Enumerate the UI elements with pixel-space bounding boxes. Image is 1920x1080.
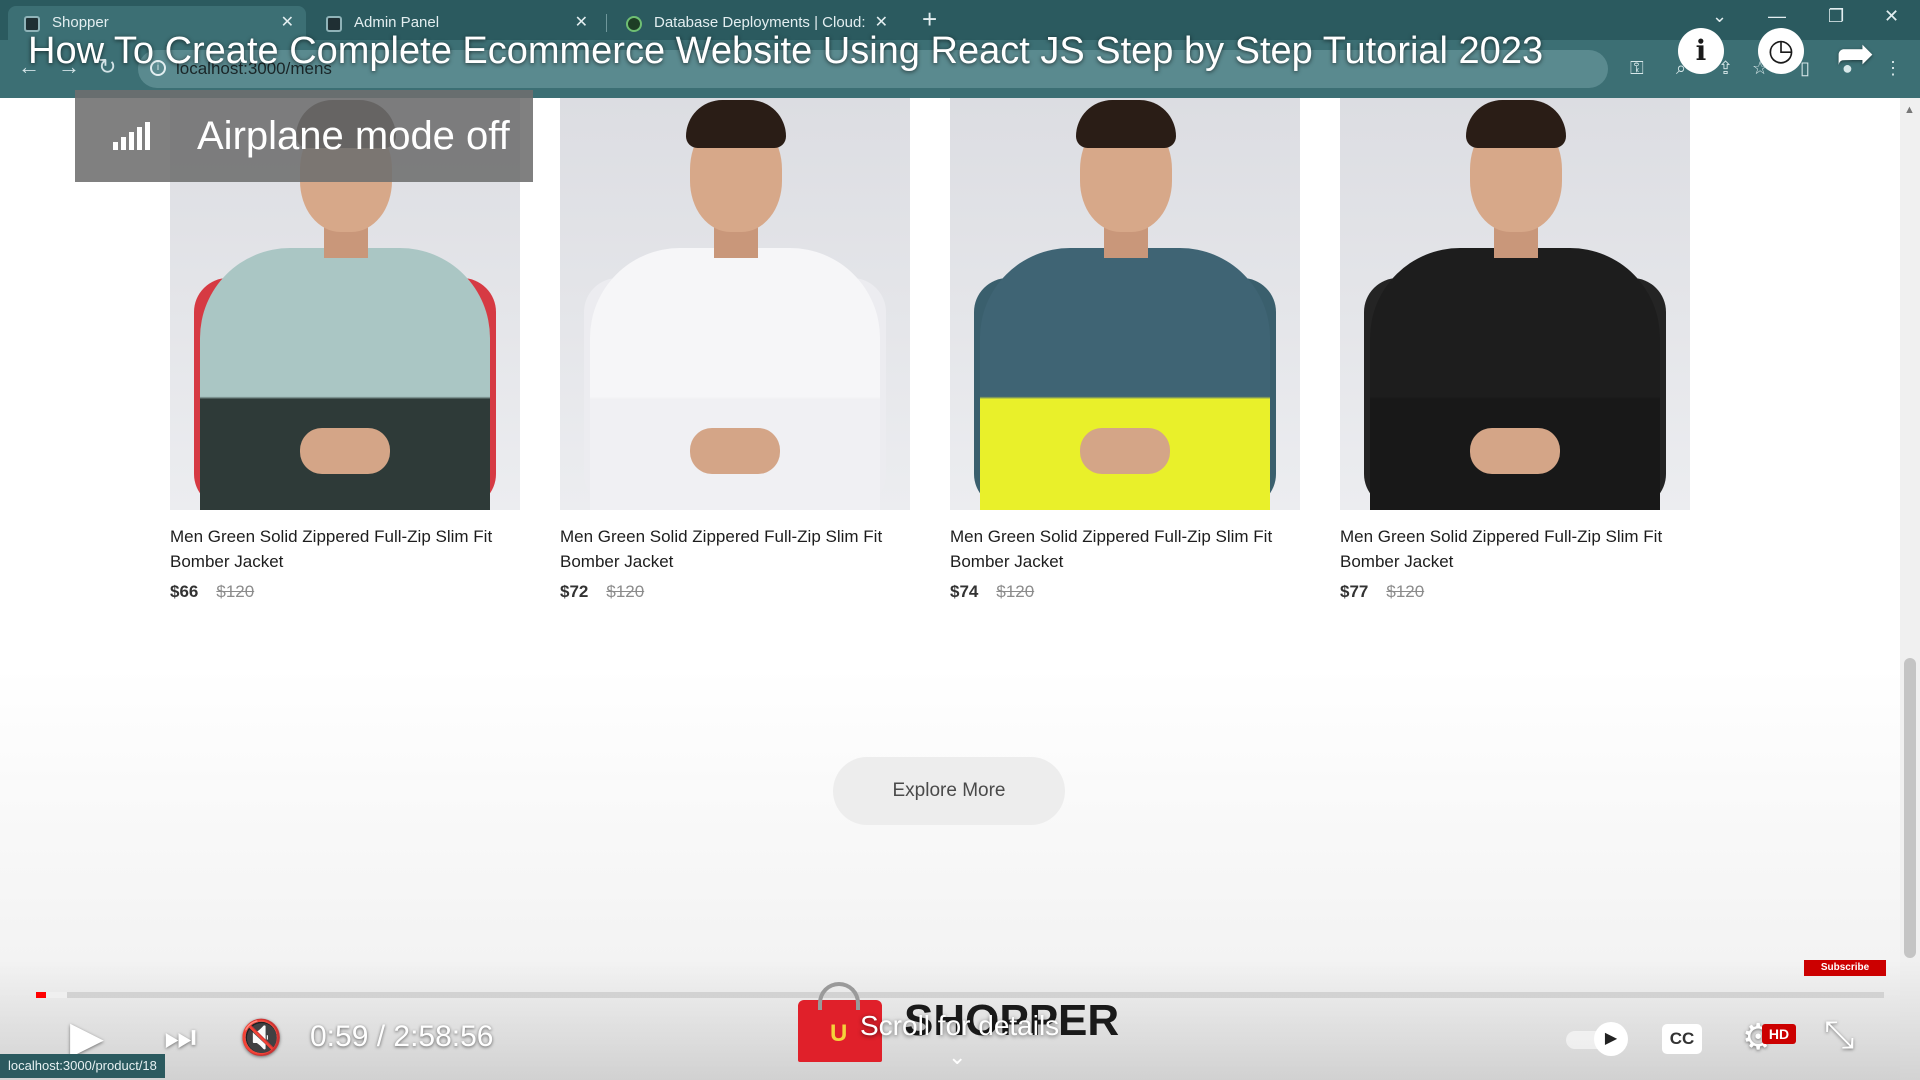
page-viewport: Men Green Solid Zippered Full-Zip Slim F… bbox=[0, 98, 1900, 1080]
tab-search-chevron-icon[interactable]: ⌄ bbox=[1712, 6, 1727, 27]
model-figure-part bbox=[300, 428, 390, 474]
product-prices: $66 $120 bbox=[170, 582, 520, 602]
new-price: $77 bbox=[1340, 582, 1369, 601]
link-status-bar: localhost:3000/product/18 bbox=[0, 1054, 165, 1078]
scroll-for-details-hint[interactable]: Scroll for details bbox=[860, 1010, 1059, 1042]
airplane-mode-toast: Airplane mode off bbox=[75, 90, 533, 182]
old-price: $120 bbox=[1386, 582, 1425, 601]
side-panel-icon[interactable]: ▯ bbox=[1800, 58, 1820, 78]
product-name[interactable]: Men Green Solid Zippered Full-Zip Slim F… bbox=[1340, 524, 1690, 574]
product-name[interactable]: Men Green Solid Zippered Full-Zip Slim F… bbox=[170, 524, 520, 574]
tab-label: Admin Panel bbox=[354, 14, 440, 31]
explore-more-button[interactable]: Explore More bbox=[833, 757, 1065, 825]
new-price: $66 bbox=[170, 582, 199, 601]
model-figure-part bbox=[690, 428, 780, 474]
product-prices: $72 $120 bbox=[560, 582, 910, 602]
product-card[interactable]: Men Green Solid Zippered Full-Zip Slim F… bbox=[560, 98, 910, 602]
bag-letter: U bbox=[830, 1020, 848, 1047]
model-figure-part bbox=[1470, 428, 1560, 474]
scroll-up-arrow-icon[interactable]: ▲ bbox=[1904, 104, 1915, 116]
autoplay-play-icon: ▶ bbox=[1594, 1022, 1628, 1056]
next-video-icon[interactable]: ⏭ bbox=[164, 1016, 196, 1059]
model-figure-part bbox=[1076, 100, 1176, 148]
subscribe-watermark-button[interactable]: Subscribe bbox=[1804, 960, 1886, 976]
toast-message: Airplane mode off bbox=[197, 114, 510, 158]
new-price: $72 bbox=[560, 582, 589, 601]
video-title[interactable]: How To Create Complete Ecommerce Website… bbox=[28, 30, 1543, 73]
model-figure-part bbox=[1466, 100, 1566, 148]
exit-fullscreen-icon[interactable]: ⤡ bbox=[1824, 1014, 1854, 1057]
menu-kebab-icon[interactable]: ⋮ bbox=[1884, 58, 1904, 78]
restore-icon[interactable]: ❐ bbox=[1828, 6, 1844, 27]
model-figure-part bbox=[1080, 428, 1170, 474]
product-name[interactable]: Men Green Solid Zippered Full-Zip Slim F… bbox=[560, 524, 910, 574]
signal-bars-icon bbox=[113, 122, 153, 150]
close-window-icon[interactable]: ✕ bbox=[1884, 6, 1899, 27]
hd-badge: HD bbox=[1762, 1024, 1796, 1044]
autoplay-toggle[interactable]: ▶ bbox=[1566, 1022, 1630, 1056]
product-card[interactable]: Men Green Solid Zippered Full-Zip Slim F… bbox=[1340, 98, 1690, 602]
page-scrollbar[interactable]: ▲ bbox=[1900, 98, 1920, 1080]
old-price: $120 bbox=[606, 582, 645, 601]
model-figure-part bbox=[686, 100, 786, 148]
tab-label: Shopper bbox=[52, 14, 109, 31]
old-price: $120 bbox=[996, 582, 1035, 601]
product-image[interactable] bbox=[1340, 98, 1690, 510]
product-image[interactable] bbox=[560, 98, 910, 510]
progress-played bbox=[36, 992, 47, 998]
chevron-down-icon[interactable]: ⌄ bbox=[948, 1044, 966, 1070]
muted-speaker-icon[interactable]: 🔇 bbox=[240, 1018, 282, 1058]
product-prices: $77 $120 bbox=[1340, 582, 1690, 602]
scrollbar-thumb[interactable] bbox=[1904, 658, 1916, 958]
old-price: $120 bbox=[216, 582, 255, 601]
time-display: 0:59 / 2:58:56 bbox=[310, 1020, 494, 1053]
share-arrow-icon[interactable]: ➦ bbox=[1836, 26, 1875, 80]
product-image[interactable] bbox=[950, 98, 1300, 510]
new-price: $74 bbox=[950, 582, 979, 601]
product-prices: $74 $120 bbox=[950, 582, 1300, 602]
product-name[interactable]: Men Green Solid Zippered Full-Zip Slim F… bbox=[950, 524, 1300, 574]
watch-later-clock-icon[interactable]: ◷ bbox=[1758, 28, 1804, 74]
tab-label: Database Deployments | Cloud: bbox=[654, 14, 866, 31]
info-icon[interactable]: i bbox=[1678, 28, 1724, 74]
minimize-icon[interactable]: — bbox=[1768, 6, 1786, 27]
key-icon[interactable]: ⚿ bbox=[1630, 58, 1650, 78]
product-card[interactable]: Men Green Solid Zippered Full-Zip Slim F… bbox=[950, 98, 1300, 602]
captions-button[interactable]: CC bbox=[1662, 1024, 1702, 1054]
